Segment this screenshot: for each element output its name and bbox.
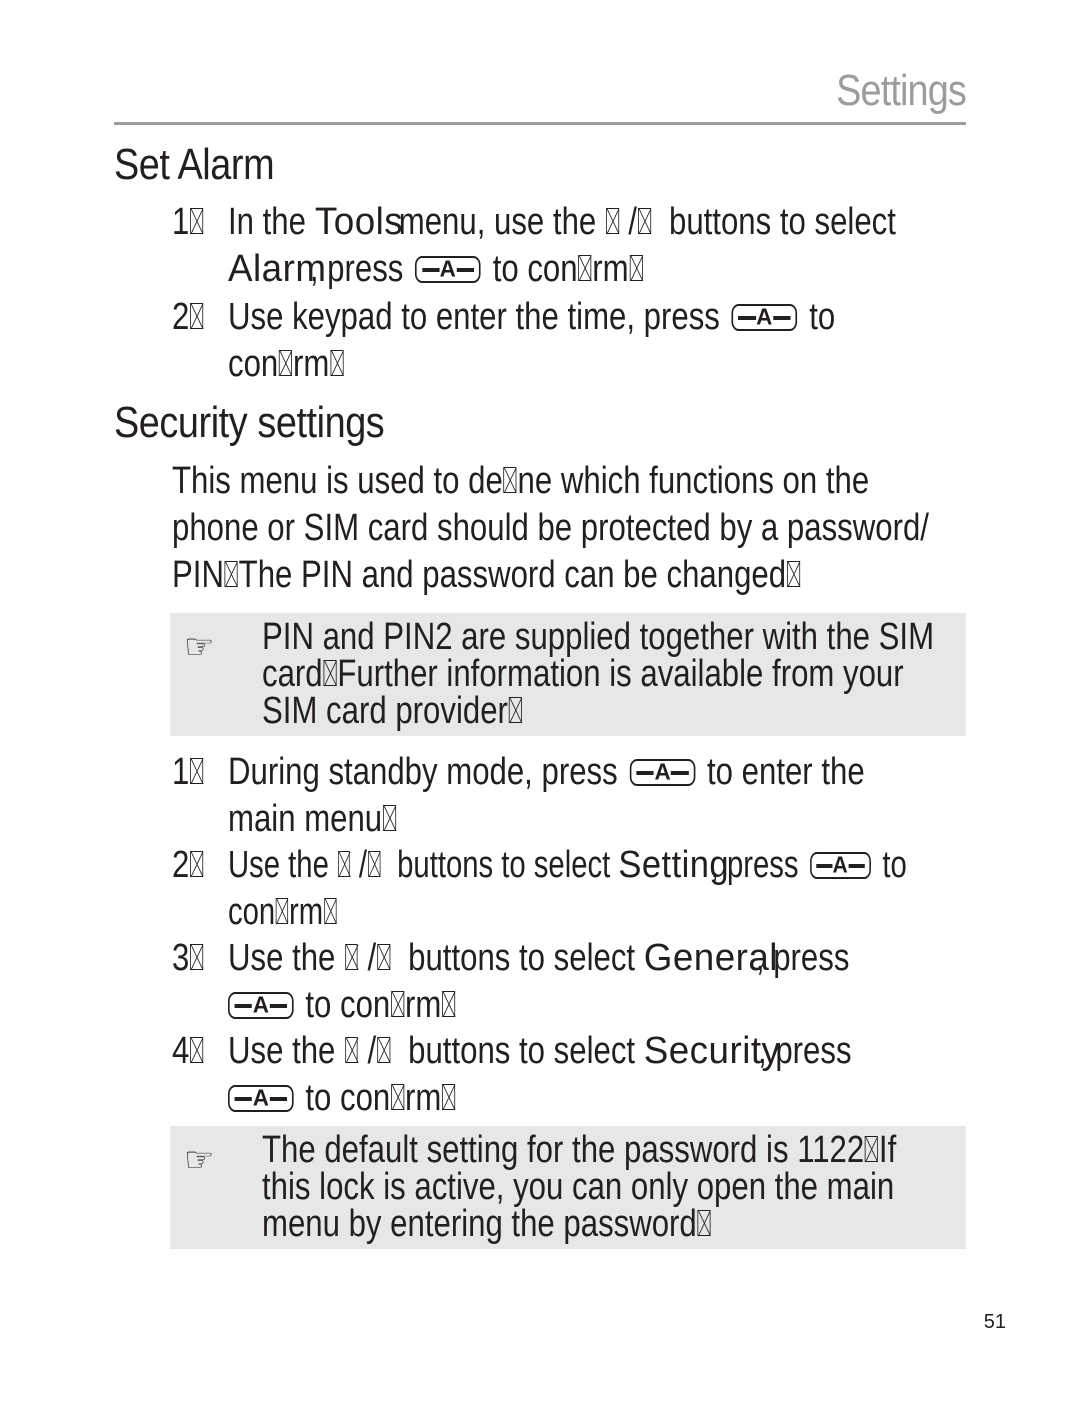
missing-glyph-icon — [442, 991, 456, 1017]
up-arrow-icon — [337, 851, 351, 877]
note-pin-info: ☞ PIN and PIN2 are supplied together wit… — [170, 613, 966, 736]
set-alarm-heading: Set Alarm — [114, 140, 275, 189]
header-section-title: Settings — [836, 66, 967, 115]
menu-term-general: General — [643, 937, 778, 979]
note-default-password: ☞ The default setting for the password i… — [170, 1126, 966, 1249]
page-number: 51 — [983, 1311, 1006, 1333]
pointing-hand-icon: ☞ — [184, 1141, 215, 1179]
down-arrow-icon — [376, 944, 391, 970]
missing-glyph-icon — [190, 944, 204, 970]
missing-glyph-icon — [391, 1084, 405, 1110]
missing-glyph-icon — [503, 467, 517, 493]
security-settings-heading: Security settings — [114, 398, 385, 447]
select-key-icon: A — [228, 991, 294, 1019]
up-arrow-icon — [344, 1037, 358, 1063]
missing-glyph-icon — [190, 303, 204, 329]
security-intro-paragraph: This menu is used to de ne which function… — [172, 460, 929, 596]
select-key-icon: A — [809, 851, 872, 879]
select-key-icon: A — [228, 1084, 294, 1112]
missing-glyph-icon — [190, 758, 204, 784]
up-arrow-icon — [605, 208, 619, 234]
down-arrow-icon — [637, 208, 651, 234]
select-key-icon: A — [731, 303, 798, 331]
header-divider — [114, 122, 966, 125]
menu-term-alarm: Alarm — [228, 248, 327, 290]
select-key-icon: A — [415, 255, 481, 283]
menu-term-setting: Setting — [618, 844, 730, 886]
step-number: 1 — [172, 201, 190, 243]
missing-glyph-icon — [865, 1136, 879, 1162]
missing-glyph-icon — [786, 561, 800, 587]
missing-glyph-icon — [224, 561, 238, 587]
missing-glyph-icon — [442, 1084, 456, 1110]
missing-glyph-icon — [275, 898, 289, 924]
missing-glyph-icon — [578, 255, 592, 281]
missing-glyph-icon — [391, 991, 405, 1017]
missing-glyph-icon — [330, 350, 344, 376]
missing-glyph-icon — [190, 1037, 204, 1063]
missing-glyph-icon — [279, 350, 293, 376]
down-arrow-icon — [376, 1037, 391, 1063]
menu-term-security: Security — [643, 1030, 781, 1072]
missing-glyph-icon — [190, 851, 204, 877]
missing-glyph-icon — [382, 805, 397, 831]
up-arrow-icon — [344, 944, 358, 970]
down-arrow-icon — [367, 851, 381, 877]
missing-glyph-icon — [697, 1210, 711, 1236]
missing-glyph-icon — [629, 255, 643, 281]
missing-glyph-icon — [323, 898, 337, 924]
missing-glyph-icon — [508, 697, 522, 723]
missing-glyph-icon — [190, 208, 204, 234]
missing-glyph-icon — [323, 660, 337, 686]
pointing-hand-icon: ☞ — [184, 628, 215, 666]
select-key-icon: A — [629, 758, 696, 786]
menu-term-tools: Tools — [314, 201, 403, 243]
